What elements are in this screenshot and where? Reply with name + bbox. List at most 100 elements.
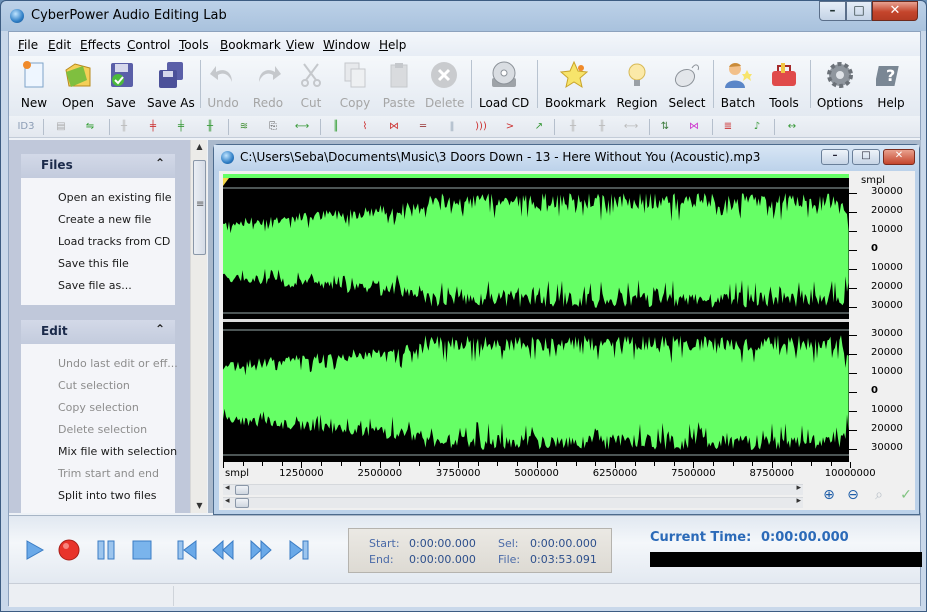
redo-button[interactable]: Redo [251,60,285,114]
region-button[interactable]: Region [616,60,658,114]
id3-tag-button[interactable]: ID3 [17,119,35,135]
stop-button[interactable] [130,538,154,562]
save-button[interactable]: Save [103,60,139,114]
batch-button[interactable]: Batch [719,60,757,114]
task-cut-selection[interactable]: Cut selection [58,379,130,392]
sidebar-scrollbar[interactable]: ▲ ▼ [190,140,207,513]
collapse-chevron-icon[interactable]: ⌃ [155,156,165,170]
zoom-out-icon[interactable]: ⊖ [843,485,863,505]
waveform-canvas[interactable] [223,174,849,462]
task-undo[interactable]: Undo last edit or eff... [58,357,178,370]
save-as-button[interactable]: Save As [147,60,195,114]
horizontal-scrollbar[interactable]: ◂ ▸ [223,483,803,495]
minimize-button[interactable]: – [819,1,846,21]
options-button[interactable]: Options [816,60,864,114]
task-split[interactable]: Split into two files [58,489,156,502]
reverse-icon[interactable]: > [501,119,519,135]
pause-button[interactable] [94,538,118,562]
task-mix-file[interactable]: Mix file with selection [58,445,177,458]
menu-window[interactable]: Window [323,38,370,52]
speed-icon[interactable]: ↔ [783,119,801,135]
files-panel-header[interactable]: Files ⌃ [21,154,175,178]
menu-edit[interactable]: Edit [48,38,71,52]
echo-icon[interactable]: ║ [327,119,345,135]
playhead-marker[interactable] [223,178,229,186]
open-button[interactable]: Open [58,60,98,114]
zoom-scrollbar[interactable]: ◂ ▸ [223,496,803,508]
trim-icon[interactable]: ⟷ [622,119,640,135]
channel-swap-icon[interactable]: ⇅ [656,119,674,135]
scroll-left-arrow-icon[interactable]: ◂ [225,496,230,506]
close-button[interactable]: ✕ [872,1,918,21]
doc-close-button[interactable]: ✕ [883,149,915,165]
collapse-chevron-icon[interactable]: ⌃ [155,322,165,336]
dc-offset-icon[interactable]: ╫ [593,119,611,135]
go-to-end-button[interactable] [287,538,311,562]
convert-icon[interactable]: ⇋ [81,119,99,135]
envelope-icon[interactable]: ≋ [235,119,253,135]
maximize-button[interactable]: □ [846,1,872,21]
fade-out-icon[interactable]: ╫ [201,119,219,135]
delete-button[interactable]: Delete [425,60,464,114]
scroll-right-arrow-icon[interactable]: ▸ [796,483,801,493]
fast-forward-button[interactable] [249,538,273,562]
menu-help[interactable]: Help [379,38,406,52]
scroll-down-arrow-icon[interactable]: ▼ [191,499,208,513]
rewind-button[interactable] [211,538,235,562]
task-open-existing-file[interactable]: Open an existing file [58,191,172,204]
task-copy-selection[interactable]: Copy selection [58,401,139,414]
silence-icon[interactable]: ⟷ [293,119,311,135]
tools-button[interactable]: Tools [766,60,802,114]
paste-button[interactable]: Paste [382,60,416,114]
select-button[interactable]: Select [668,60,706,114]
invert-icon[interactable]: ⋈ [685,119,703,135]
undo-button[interactable]: Undo [206,60,240,114]
menu-control[interactable]: Control [127,38,170,52]
noise-reduce-icon[interactable]: ╫ [564,119,582,135]
task-trim[interactable]: Trim start and end [58,467,159,480]
fade-in-icon[interactable]: ╪ [172,119,190,135]
doc-maximize-button[interactable]: □ [852,149,880,165]
help-button[interactable]: ? Help [873,60,909,114]
new-button[interactable]: New [15,60,53,114]
doc-minimize-button[interactable]: – [821,149,849,165]
task-delete-selection[interactable]: Delete selection [58,423,147,436]
edit-panel-header[interactable]: Edit ⌃ [21,320,175,344]
tempo-icon[interactable]: ♪ [748,119,766,135]
pitch-icon[interactable]: ↗ [530,119,548,135]
record-button[interactable] [57,538,81,562]
scroll-left-arrow-icon[interactable]: ◂ [225,483,230,493]
zoom-selection-icon[interactable]: ⌕ [869,485,889,505]
flanger-icon[interactable]: ═ [414,119,432,135]
insert-file-icon[interactable]: ⎘ [264,119,282,135]
load-cd-button[interactable]: Load CD [479,60,529,114]
zoom-fit-icon[interactable]: ✓ [896,485,916,505]
task-save-file[interactable]: Save this file [58,257,129,270]
scroll-right-arrow-icon[interactable]: ▸ [796,496,801,506]
amplify-icon[interactable]: ╫ [115,119,133,135]
menu-tools[interactable]: Tools [179,38,209,52]
cut-button[interactable]: Cut [296,60,326,114]
vibrato-icon[interactable]: ))) [472,119,490,135]
normalize-icon[interactable]: ╪ [144,119,162,135]
equalizer-icon[interactable]: ≣ [719,119,737,135]
go-to-start-button[interactable] [175,538,199,562]
menu-view[interactable]: View [286,38,314,52]
copy-button[interactable]: Copy [338,60,372,114]
scroll-up-arrow-icon[interactable]: ▲ [191,140,208,154]
scrollbar-thumb[interactable] [235,485,249,495]
menu-bookmark[interactable]: Bookmark [220,38,281,52]
scrollbar-thumb[interactable] [235,498,249,508]
task-load-tracks-cd[interactable]: Load tracks from CD [58,235,170,248]
zoom-in-icon[interactable]: ⊕ [819,485,839,505]
menu-effects[interactable]: Effects [80,38,121,52]
task-create-new-file[interactable]: Create a new file [58,213,151,226]
waveform-display[interactable] [223,174,849,462]
task-save-file-as[interactable]: Save file as... [58,279,132,292]
chorus-icon[interactable]: ⋈ [385,119,403,135]
file-info-icon[interactable]: ▤ [52,119,70,135]
play-button[interactable] [23,538,47,562]
scrollbar-thumb[interactable] [193,160,206,255]
delay-icon[interactable]: ⌇ [356,119,374,135]
reverb-icon[interactable]: ‖ [443,119,461,135]
